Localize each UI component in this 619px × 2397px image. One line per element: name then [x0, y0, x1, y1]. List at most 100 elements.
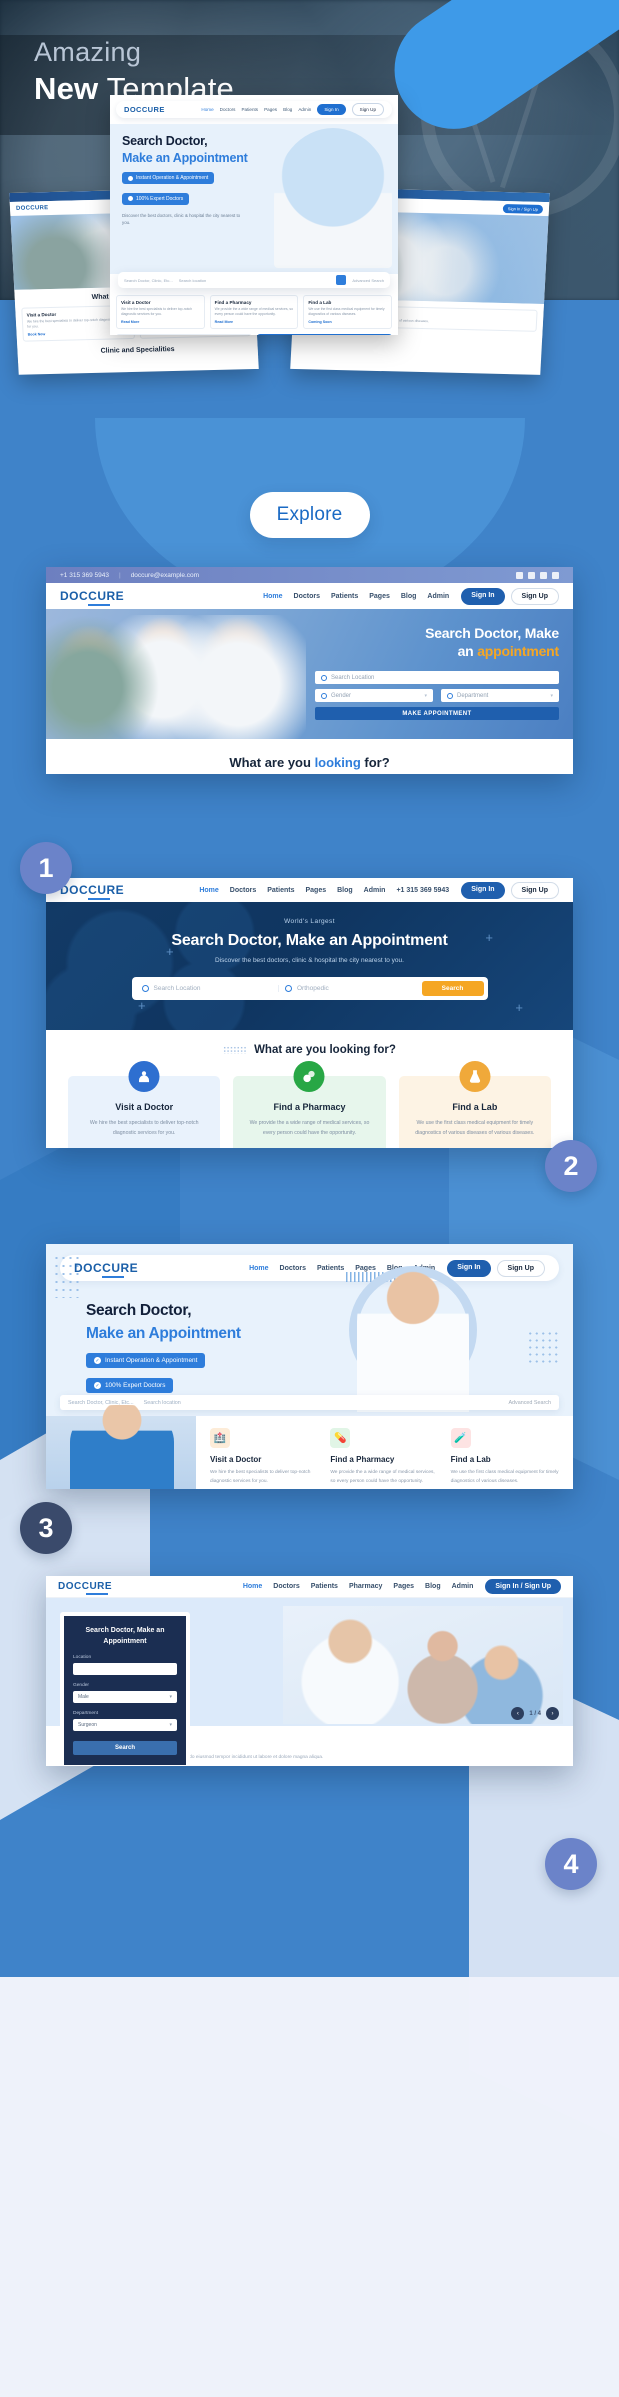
mock3-signup-button[interactable]: Sign Up: [496, 1259, 545, 1277]
mock4-nav-patients[interactable]: Patients: [311, 1583, 338, 1590]
mock2-nav-doctors[interactable]: Doctors: [230, 887, 256, 894]
mock1-signin-button[interactable]: Sign In: [461, 587, 505, 605]
mock2-nav-admin[interactable]: Admin: [364, 887, 386, 894]
mock4-nav-admin[interactable]: Admin: [452, 1583, 474, 1590]
mockup-4[interactable]: DOCCURE Home Doctors Patients Pharmacy P…: [46, 1576, 573, 1766]
mock2-search-bar[interactable]: Search Location Orthopedic Search: [131, 977, 488, 1000]
mockup-3[interactable]: DOCCURE Home Doctors Patients Pages Blog…: [46, 1244, 573, 1489]
mock3-title-2: Make an Appointment: [86, 1325, 241, 1342]
mock1-nav-pages[interactable]: Pages: [369, 593, 390, 600]
mock2-nav-pages[interactable]: Pages: [305, 887, 326, 894]
mock1-nav-admin[interactable]: Admin: [427, 593, 449, 600]
mock2-nav-phone[interactable]: +1 315 369 5943: [396, 887, 449, 894]
mock3-card-find-lab[interactable]: 🧪 Find a Lab We use the first class medi…: [450, 1428, 559, 1489]
featured-location-input[interactable]: Search location: [179, 278, 207, 283]
mock1-location-field[interactable]: Search Location: [315, 671, 559, 684]
facebook-icon[interactable]: [516, 571, 523, 579]
featured-advanced-search[interactable]: Advanced Search: [352, 278, 384, 283]
mock4-signin-signup-button[interactable]: Sign In / Sign Up: [485, 1579, 561, 1594]
mock4-nav-doctors[interactable]: Doctors: [273, 1583, 299, 1590]
mockup-1[interactable]: +1 315 369 5943 | doccure@example.com DO…: [46, 567, 573, 774]
featured-card-button[interactable]: Read More: [121, 320, 200, 324]
featured-signin[interactable]: Sign In: [317, 104, 346, 115]
mock1-nav-doctors[interactable]: Doctors: [294, 593, 320, 600]
mock3-location-input[interactable]: Search location: [144, 1400, 181, 1406]
mock3-card-title: Find a Lab: [450, 1455, 491, 1464]
mock1-email[interactable]: doccure@example.com: [131, 572, 199, 579]
mock1-logo[interactable]: DOCCURE: [60, 589, 124, 606]
featured-card-button[interactable]: Coming Soon: [308, 320, 387, 324]
twitter-icon[interactable]: [552, 571, 559, 579]
featured-link-patients[interactable]: Patients: [241, 107, 258, 112]
mock2-navbar: DOCCURE Home Doctors Patients Pages Blog…: [46, 878, 573, 902]
mock3-nav-doctors[interactable]: Doctors: [280, 1265, 306, 1272]
mock2-card-visit-doctor[interactable]: Visit a Doctor We hire the best speciali…: [68, 1061, 221, 1148]
featured-card[interactable]: Find a Pharmacy We provide the a wide ra…: [209, 295, 299, 330]
mock3-nav-patients[interactable]: Patients: [317, 1265, 344, 1272]
explore-button[interactable]: Explore: [249, 492, 370, 538]
mock4-search-button[interactable]: Search: [73, 1741, 177, 1755]
prev-arrow-icon[interactable]: ‹: [511, 1707, 525, 1720]
mock3-navbar: DOCCURE Home Doctors Patients Pages Blog…: [60, 1255, 559, 1281]
featured-links: Home Doctors Patients Pages Blog Admin S…: [201, 103, 384, 116]
featured-appointment-card[interactable]: Request An Appointment Call us on +1 (20…: [256, 334, 392, 335]
mock1-nav-patients[interactable]: Patients: [331, 593, 358, 600]
mock2-card-find-lab[interactable]: Find a Lab We use the first class medica…: [398, 1061, 551, 1148]
mock1-gender-field[interactable]: Gender ▾: [315, 689, 433, 702]
mock4-nav-blog[interactable]: Blog: [425, 1583, 441, 1590]
instagram-icon[interactable]: [540, 571, 547, 579]
linkedin-icon[interactable]: [528, 571, 535, 579]
mock1-department-field[interactable]: Department ▾: [441, 689, 559, 702]
mock3-doctor-photo: [357, 1262, 469, 1412]
mock2-nav-patients[interactable]: Patients: [267, 887, 294, 894]
mock2-location-field[interactable]: Search Location: [136, 985, 273, 992]
mock2-signin-button[interactable]: Sign In: [461, 881, 505, 899]
mock1-phone[interactable]: +1 315 369 5943: [60, 572, 109, 579]
mock4-nav-pages[interactable]: Pages: [393, 1583, 414, 1590]
featured-link-admin[interactable]: Admin: [298, 107, 311, 112]
mock3-card-visit-doctor[interactable]: 🏥 Visit a Doctor We hire the best specia…: [210, 1428, 318, 1489]
featured-signup[interactable]: Sign Up: [351, 103, 384, 116]
mock2-search-button[interactable]: Search: [421, 981, 484, 996]
mock2-logo[interactable]: DOCCURE: [60, 883, 124, 900]
mock2-signup-button[interactable]: Sign Up: [510, 881, 559, 899]
featured-card[interactable]: Find a Lab We use the first class medica…: [303, 295, 393, 330]
mock2-nav-home[interactable]: Home: [199, 887, 218, 894]
mock1-hero: Search Doctor, Make an appointment Search…: [46, 609, 573, 739]
mockup-2[interactable]: DOCCURE Home Doctors Patients Pages Blog…: [46, 878, 573, 1148]
search-icon[interactable]: [336, 275, 347, 285]
mock2-nav-blog[interactable]: Blog: [337, 887, 353, 894]
mock1-search-form[interactable]: Search Location Gender ▾ Department ▾ MAKE…: [315, 671, 559, 720]
mock3-card-find-pharmacy[interactable]: 💊 Find a Pharmacy We provide the a wide …: [330, 1428, 438, 1489]
featured-link-doctors[interactable]: Doctors: [220, 107, 236, 112]
featured-link-home[interactable]: Home: [201, 107, 213, 112]
mini-signin-signup-right[interactable]: Sign In / Sign Up: [502, 203, 544, 214]
featured-card-button[interactable]: Read More: [215, 320, 294, 324]
next-arrow-icon[interactable]: ›: [546, 1707, 559, 1720]
step-badge-4: 4: [545, 1838, 597, 1890]
mock3-logo[interactable]: DOCCURE: [74, 1261, 138, 1278]
featured-card[interactable]: Visit a Doctor We hire the best speciali…: [116, 295, 205, 330]
mock1-nav-home[interactable]: Home: [263, 593, 282, 600]
mock4-search-form[interactable]: Search Doctor, Make an Appointment Locat…: [60, 1612, 190, 1766]
mock1-nav-blog[interactable]: Blog: [401, 593, 417, 600]
mock4-nav-pharmacy[interactable]: Pharmacy: [349, 1583, 382, 1590]
mock3-advanced-search[interactable]: Advanced Search: [508, 1400, 551, 1406]
featured-search-bar[interactable]: Search Doctor, Clinic, Etc... Search loc…: [118, 272, 390, 288]
featured-link-blog[interactable]: Blog: [283, 107, 292, 112]
mock4-logo[interactable]: DOCCURE: [58, 1581, 112, 1595]
mock3-nav-pages[interactable]: Pages: [355, 1265, 376, 1272]
featured-link-pages[interactable]: Pages: [264, 107, 277, 112]
collage-featured-screenshot[interactable]: DOCCURE Home Doctors Patients Pages Blog…: [110, 95, 398, 335]
mock1-make-appointment-button[interactable]: MAKE APPOINTMENT: [315, 707, 559, 720]
mock1-signup-button[interactable]: Sign Up: [510, 587, 559, 605]
mock2-specialty-field[interactable]: Orthopedic: [278, 985, 416, 992]
mock3-signin-button[interactable]: Sign In: [447, 1259, 491, 1277]
mock4-gender-select[interactable]: Male ▾: [73, 1691, 177, 1703]
featured-search-input[interactable]: Search Doctor, Clinic, Etc...: [124, 278, 173, 283]
mock4-nav-home[interactable]: Home: [243, 1583, 262, 1590]
mock4-department-select[interactable]: Surgeon ▾: [73, 1719, 177, 1731]
mock2-card-find-pharmacy[interactable]: Find a Pharmacy We provide the a wide ra…: [233, 1061, 386, 1148]
mock3-nav-home[interactable]: Home: [249, 1265, 268, 1272]
mock4-location-input[interactable]: [73, 1663, 177, 1675]
